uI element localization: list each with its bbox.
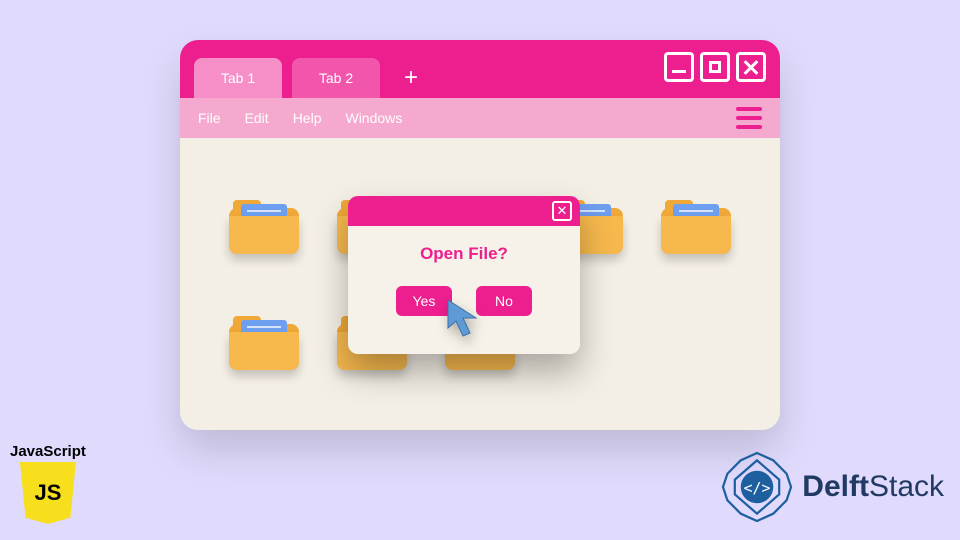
tab-label: Tab 1 <box>221 70 255 86</box>
menubar: File Edit Help Windows <box>180 98 780 138</box>
new-tab-button[interactable]: + <box>396 63 426 93</box>
plus-icon: + <box>404 64 418 92</box>
menu-edit[interactable]: Edit <box>245 110 269 126</box>
menu-help[interactable]: Help <box>293 110 322 126</box>
folder-icon[interactable] <box>229 314 299 370</box>
javascript-badge: JavaScript JS <box>10 443 86 524</box>
badge-label: JavaScript <box>10 443 86 460</box>
tab-1[interactable]: Tab 1 <box>194 58 282 98</box>
dialog-title: Open File? <box>348 244 580 264</box>
window-controls <box>664 52 766 82</box>
js-shield-icon: JS <box>20 462 76 524</box>
maximize-button[interactable] <box>700 52 730 82</box>
dialog-titlebar[interactable]: ✕ <box>348 196 580 226</box>
folder-icon[interactable] <box>229 198 299 254</box>
titlebar: Tab 1 Tab 2 + <box>180 40 780 98</box>
svg-text:</>: </> <box>744 480 771 497</box>
menu-file[interactable]: File <box>198 110 221 126</box>
hamburger-icon[interactable] <box>736 107 762 129</box>
tab-label: Tab 2 <box>319 70 353 86</box>
folder-icon[interactable] <box>661 198 731 254</box>
menu-windows[interactable]: Windows <box>345 110 402 126</box>
tab-strip: Tab 1 Tab 2 + <box>194 58 426 98</box>
minimize-button[interactable] <box>664 52 694 82</box>
tab-2[interactable]: Tab 2 <box>292 58 380 98</box>
minimize-icon <box>672 70 686 73</box>
maximize-icon <box>709 61 721 73</box>
dialog-close-button[interactable]: ✕ <box>552 201 572 221</box>
brand-name: DelftStack <box>802 470 944 504</box>
close-button[interactable] <box>736 52 766 82</box>
brand-mark: </> DelftStack <box>720 450 944 524</box>
close-icon: ✕ <box>557 203 568 219</box>
brand-ornament-icon: </> <box>720 450 794 524</box>
